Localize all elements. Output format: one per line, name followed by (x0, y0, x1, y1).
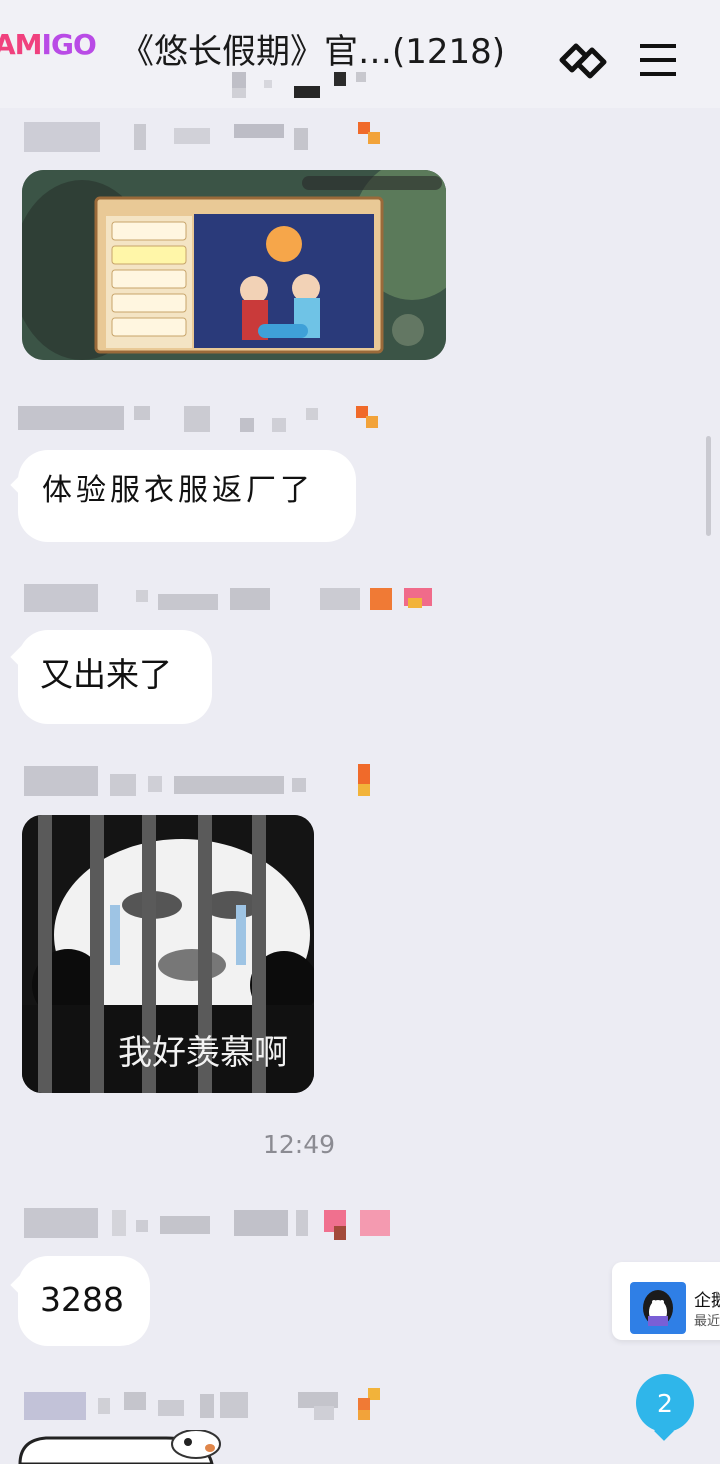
sender-name-blurred (24, 1208, 390, 1240)
promo-subtitle: 最近 (694, 1314, 720, 1329)
sender-name-blurred (24, 584, 432, 612)
timestamp: 12:49 (262, 1130, 336, 1159)
penguin-icon (630, 1282, 686, 1334)
promo-title: 企鹅 (694, 1291, 720, 1311)
sender-name-blurred (18, 406, 378, 432)
chat-header: AMIGO 《悠长假期》官…(1218) (0, 0, 720, 108)
unread-badge[interactable]: 2 (636, 1374, 694, 1432)
subtitle-blurred (232, 72, 366, 98)
message-bubble[interactable]: 3288 (18, 1256, 150, 1346)
sender-name-blurred (24, 764, 370, 796)
game-screenshot-image[interactable] (22, 170, 446, 360)
chat-title[interactable]: 《悠长假期》官…(1218) (120, 24, 505, 73)
game-scene (22, 170, 446, 360)
link-icon[interactable] (556, 38, 610, 86)
group-logo: AMIGO (0, 28, 97, 61)
message-bubble[interactable]: 又出来了 (18, 630, 212, 724)
promo-widget[interactable]: 企鹅 最近 (612, 1262, 720, 1340)
sender-name-blurred (24, 122, 380, 152)
sticker-caption: 我好羡慕啊 (118, 1033, 288, 1073)
partial-sticker[interactable] (16, 1430, 226, 1464)
scrollbar[interactable] (706, 436, 711, 536)
sender-name-blurred (24, 1388, 380, 1420)
sticker-image[interactable]: 我好羡慕啊 (22, 815, 314, 1093)
logo-part2: IGO (41, 28, 97, 61)
menu-icon[interactable] (634, 38, 688, 86)
message-bubble[interactable]: 体验服衣服返厂了 (18, 450, 356, 542)
logo-part1: AM (0, 28, 43, 61)
